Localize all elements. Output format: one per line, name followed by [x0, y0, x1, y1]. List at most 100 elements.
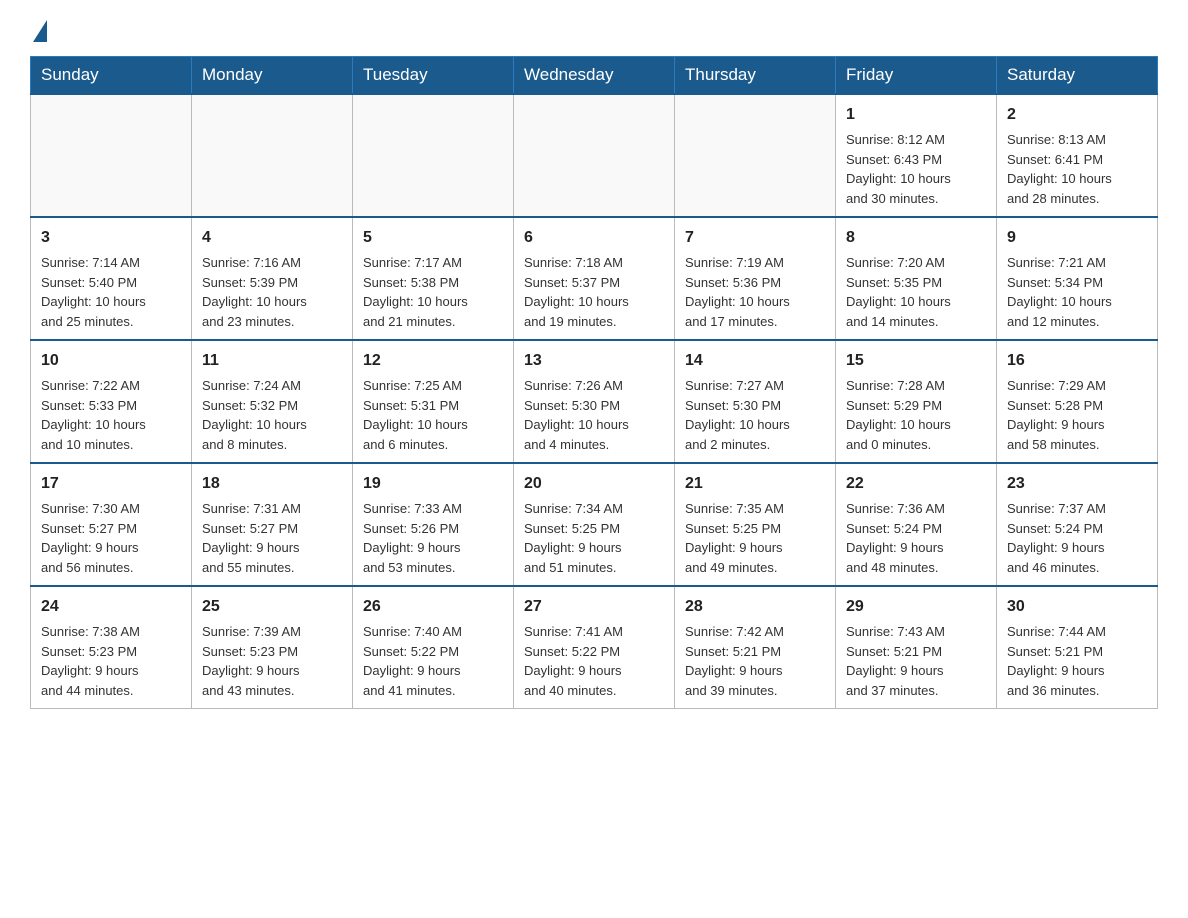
weekday-header-saturday: Saturday — [997, 57, 1158, 95]
day-number: 20 — [524, 472, 664, 496]
weekday-header-sunday: Sunday — [31, 57, 192, 95]
day-info: Sunrise: 7:39 AMSunset: 5:23 PMDaylight:… — [202, 622, 342, 700]
day-info: Sunrise: 7:19 AMSunset: 5:36 PMDaylight:… — [685, 253, 825, 331]
calendar-cell: 30 Sunrise: 7:44 AMSunset: 5:21 PMDayligh… — [997, 586, 1158, 709]
day-number: 25 — [202, 595, 342, 619]
day-info: Sunrise: 7:27 AMSunset: 5:30 PMDaylight:… — [685, 376, 825, 454]
day-info: Sunrise: 7:22 AMSunset: 5:33 PMDaylight:… — [41, 376, 181, 454]
day-info: Sunrise: 7:41 AMSunset: 5:22 PMDaylight:… — [524, 622, 664, 700]
calendar-cell: 25 Sunrise: 7:39 AMSunset: 5:23 PMDayligh… — [192, 586, 353, 709]
day-info: Sunrise: 7:38 AMSunset: 5:23 PMDaylight:… — [41, 622, 181, 700]
day-info: Sunrise: 7:18 AMSunset: 5:37 PMDaylight:… — [524, 253, 664, 331]
day-number: 21 — [685, 472, 825, 496]
calendar-cell — [514, 94, 675, 217]
day-number: 27 — [524, 595, 664, 619]
day-number: 4 — [202, 226, 342, 250]
weekday-header-row: SundayMondayTuesdayWednesdayThursdayFrid… — [31, 57, 1158, 95]
day-number: 9 — [1007, 226, 1147, 250]
day-number: 28 — [685, 595, 825, 619]
day-info: Sunrise: 7:29 AMSunset: 5:28 PMDaylight:… — [1007, 376, 1147, 454]
day-info: Sunrise: 7:26 AMSunset: 5:30 PMDaylight:… — [524, 376, 664, 454]
calendar-cell — [31, 94, 192, 217]
day-info: Sunrise: 7:43 AMSunset: 5:21 PMDaylight:… — [846, 622, 986, 700]
calendar-cell: 24 Sunrise: 7:38 AMSunset: 5:23 PMDayligh… — [31, 586, 192, 709]
day-info: Sunrise: 7:17 AMSunset: 5:38 PMDaylight:… — [363, 253, 503, 331]
calendar-cell: 18 Sunrise: 7:31 AMSunset: 5:27 PMDayligh… — [192, 463, 353, 586]
day-number: 5 — [363, 226, 503, 250]
day-info: Sunrise: 7:14 AMSunset: 5:40 PMDaylight:… — [41, 253, 181, 331]
day-info: Sunrise: 7:42 AMSunset: 5:21 PMDaylight:… — [685, 622, 825, 700]
logo — [30, 20, 47, 40]
week-row-1: 1Sunrise: 8:12 AMSunset: 6:43 PMDaylight… — [31, 94, 1158, 217]
calendar-cell: 26 Sunrise: 7:40 AMSunset: 5:22 PMDayligh… — [353, 586, 514, 709]
day-number: 11 — [202, 349, 342, 373]
day-number: 26 — [363, 595, 503, 619]
day-info: Sunrise: 7:37 AMSunset: 5:24 PMDaylight:… — [1007, 499, 1147, 577]
logo-triangle-icon — [33, 20, 47, 42]
day-number: 29 — [846, 595, 986, 619]
calendar-cell: 4 Sunrise: 7:16 AMSunset: 5:39 PMDaylight… — [192, 217, 353, 340]
weekday-header-friday: Friday — [836, 57, 997, 95]
day-number: 8 — [846, 226, 986, 250]
day-number: 17 — [41, 472, 181, 496]
day-info: Sunrise: 8:13 AMSunset: 6:41 PMDaylight:… — [1007, 130, 1147, 208]
day-number: 16 — [1007, 349, 1147, 373]
calendar-cell: 9 Sunrise: 7:21 AMSunset: 5:34 PMDaylight… — [997, 217, 1158, 340]
calendar-cell — [192, 94, 353, 217]
calendar-cell: 2Sunrise: 8:13 AMSunset: 6:41 PMDaylight… — [997, 94, 1158, 217]
day-number: 24 — [41, 595, 181, 619]
day-info: Sunrise: 7:16 AMSunset: 5:39 PMDaylight:… — [202, 253, 342, 331]
calendar-cell: 1Sunrise: 8:12 AMSunset: 6:43 PMDaylight… — [836, 94, 997, 217]
calendar-cell — [675, 94, 836, 217]
page-header — [30, 20, 1158, 40]
calendar-cell: 28 Sunrise: 7:42 AMSunset: 5:21 PMDayligh… — [675, 586, 836, 709]
calendar-cell: 6 Sunrise: 7:18 AMSunset: 5:37 PMDaylight… — [514, 217, 675, 340]
weekday-header-monday: Monday — [192, 57, 353, 95]
day-info: Sunrise: 7:25 AMSunset: 5:31 PMDaylight:… — [363, 376, 503, 454]
day-info: Sunrise: 7:34 AMSunset: 5:25 PMDaylight:… — [524, 499, 664, 577]
day-number: 18 — [202, 472, 342, 496]
day-info: Sunrise: 7:21 AMSunset: 5:34 PMDaylight:… — [1007, 253, 1147, 331]
weekday-header-wednesday: Wednesday — [514, 57, 675, 95]
week-row-5: 24 Sunrise: 7:38 AMSunset: 5:23 PMDayligh… — [31, 586, 1158, 709]
day-info: Sunrise: 7:35 AMSunset: 5:25 PMDaylight:… — [685, 499, 825, 577]
calendar-cell: 23 Sunrise: 7:37 AMSunset: 5:24 PMDayligh… — [997, 463, 1158, 586]
day-number: 30 — [1007, 595, 1147, 619]
calendar-table: SundayMondayTuesdayWednesdayThursdayFrid… — [30, 56, 1158, 709]
day-info: Sunrise: 7:24 AMSunset: 5:32 PMDaylight:… — [202, 376, 342, 454]
day-number: 22 — [846, 472, 986, 496]
day-number: 23 — [1007, 472, 1147, 496]
calendar-cell: 17 Sunrise: 7:30 AMSunset: 5:27 PMDayligh… — [31, 463, 192, 586]
calendar-cell: 16 Sunrise: 7:29 AMSunset: 5:28 PMDayligh… — [997, 340, 1158, 463]
day-info: Sunrise: 7:30 AMSunset: 5:27 PMDaylight:… — [41, 499, 181, 577]
day-number: 3 — [41, 226, 181, 250]
calendar-cell: 19Sunrise: 7:33 AMSunset: 5:26 PMDayligh… — [353, 463, 514, 586]
day-info: Sunrise: 7:28 AMSunset: 5:29 PMDaylight:… — [846, 376, 986, 454]
calendar-cell: 8 Sunrise: 7:20 AMSunset: 5:35 PMDaylight… — [836, 217, 997, 340]
calendar-cell: 5 Sunrise: 7:17 AMSunset: 5:38 PMDaylight… — [353, 217, 514, 340]
day-number: 7 — [685, 226, 825, 250]
calendar-cell: 12 Sunrise: 7:25 AMSunset: 5:31 PMDayligh… — [353, 340, 514, 463]
calendar-cell: 20 Sunrise: 7:34 AMSunset: 5:25 PMDayligh… — [514, 463, 675, 586]
weekday-header-thursday: Thursday — [675, 57, 836, 95]
calendar-cell — [353, 94, 514, 217]
day-number: 6 — [524, 226, 664, 250]
week-row-4: 17 Sunrise: 7:30 AMSunset: 5:27 PMDayligh… — [31, 463, 1158, 586]
day-number: 13 — [524, 349, 664, 373]
day-info: Sunrise: 7:31 AMSunset: 5:27 PMDaylight:… — [202, 499, 342, 577]
weekday-header-tuesday: Tuesday — [353, 57, 514, 95]
day-info: Sunrise: 7:40 AMSunset: 5:22 PMDaylight:… — [363, 622, 503, 700]
calendar-cell: 14Sunrise: 7:27 AMSunset: 5:30 PMDayligh… — [675, 340, 836, 463]
day-number: 10 — [41, 349, 181, 373]
day-number: 12 — [363, 349, 503, 373]
calendar-cell: 13 Sunrise: 7:26 AMSunset: 5:30 PMDayligh… — [514, 340, 675, 463]
calendar-cell: 22Sunrise: 7:36 AMSunset: 5:24 PMDayligh… — [836, 463, 997, 586]
calendar-cell: 10 Sunrise: 7:22 AMSunset: 5:33 PMDayligh… — [31, 340, 192, 463]
calendar-cell: 11 Sunrise: 7:24 AMSunset: 5:32 PMDayligh… — [192, 340, 353, 463]
day-number: 1 — [846, 103, 986, 127]
calendar-cell: 21 Sunrise: 7:35 AMSunset: 5:25 PMDayligh… — [675, 463, 836, 586]
day-info: Sunrise: 7:44 AMSunset: 5:21 PMDaylight:… — [1007, 622, 1147, 700]
day-info: Sunrise: 7:20 AMSunset: 5:35 PMDaylight:… — [846, 253, 986, 331]
day-number: 19 — [363, 472, 503, 496]
calendar-cell: 29 Sunrise: 7:43 AMSunset: 5:21 PMDayligh… — [836, 586, 997, 709]
